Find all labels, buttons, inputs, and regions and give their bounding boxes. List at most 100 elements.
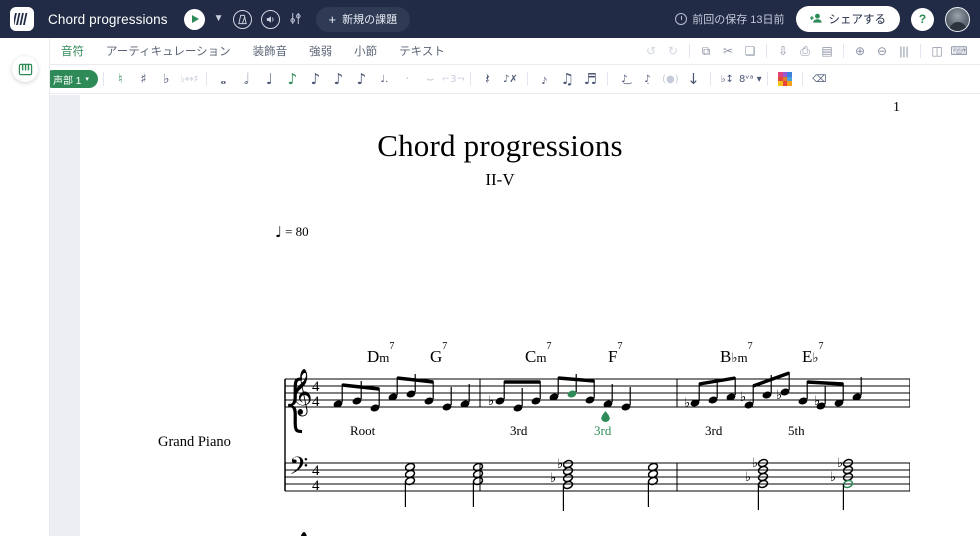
print-icon[interactable]: ⎙: [794, 40, 816, 62]
sixtyfourth-note-icon[interactable]: ♪: [350, 68, 373, 91]
divider: [469, 72, 471, 86]
volume-icon[interactable]: [260, 9, 280, 29]
flat-accidental-icon: ♭: [745, 470, 751, 485]
piano-keys-icon[interactable]: [12, 56, 38, 82]
color-palette-icon[interactable]: [777, 72, 792, 86]
download-icon[interactable]: ⇩: [772, 40, 794, 62]
tab-ornaments[interactable]: 装飾音: [242, 38, 299, 65]
thirtysecond-note-icon[interactable]: ♪: [327, 68, 350, 91]
parenthesis-icon[interactable]: (●): [659, 68, 682, 91]
left-rail: [0, 38, 50, 536]
play-icon[interactable]: [183, 8, 205, 30]
lyric-3rd-1[interactable]: 3rd: [510, 423, 527, 439]
time-signature-bottom: 4: [312, 478, 320, 494]
treble-clef-icon: 𝄞: [289, 532, 313, 536]
tuplet-icon[interactable]: ⌐3¬: [442, 68, 465, 91]
eighth-note-icon[interactable]: ♪: [281, 68, 304, 91]
notehead[interactable]: [562, 480, 574, 490]
lyric-5th[interactable]: 5th: [788, 423, 805, 439]
notes-toolbar: 声部 1 ▾ ♮ ♯ ♭ ♭↔♯ 𝅝 𝅗𝅥 ♩ ♪ ♪ ♪ ♪ ♩. · ⌣ ⌐…: [0, 65, 980, 94]
app-header: Chord progressions ▼ + 新規の課題 前回の保存 13日前 …: [0, 0, 980, 38]
score-page[interactable]: 1 Chord progressions II-V ♩ = 80 Dm7 G7 …: [80, 95, 980, 536]
whole-note-icon[interactable]: 𝅝: [212, 68, 235, 91]
divider: [766, 44, 767, 58]
flat-logo-icon[interactable]: [10, 7, 34, 31]
flat-accidental-icon: ♭: [814, 394, 820, 409]
lyric-3rd-3[interactable]: 3rd: [705, 423, 722, 439]
playback-controls: ▼: [183, 8, 302, 30]
articulation-icon[interactable]: ♪̣: [636, 68, 659, 91]
tab-measures[interactable]: 小節: [343, 38, 388, 65]
divider: [766, 72, 768, 86]
tie-icon[interactable]: ⌣: [419, 68, 442, 91]
flat-accidental-icon: ♭: [684, 396, 690, 411]
book-view-icon[interactable]: ◫: [926, 40, 948, 62]
paste-icon[interactable]: ❏: [739, 40, 761, 62]
staff-view-icon[interactable]: |||: [893, 40, 915, 62]
zoom-out-icon[interactable]: ⊖: [871, 40, 893, 62]
unbeam-icon[interactable]: ♬: [579, 68, 602, 91]
slur-icon[interactable]: ♪͜: [613, 68, 636, 91]
undo-icon[interactable]: ↺: [640, 40, 662, 62]
lyric-3rd-2[interactable]: 3rd: [594, 423, 611, 439]
tab-articulation[interactable]: アーティキュレーション: [95, 38, 242, 65]
clock-icon: [675, 13, 688, 25]
divider: [606, 72, 608, 86]
metronome-icon[interactable]: [232, 9, 252, 29]
share-label: シェアする: [828, 14, 887, 26]
divider: [689, 44, 690, 58]
flat-accidental-icon: ♭: [752, 456, 758, 471]
document-title[interactable]: Chord progressions: [48, 12, 168, 27]
copy-icon[interactable]: ⧉: [695, 40, 717, 62]
delete-note-icon[interactable]: ♪✗: [499, 68, 522, 91]
mixer-sliders-icon[interactable]: [289, 12, 302, 27]
voice-label: 声部 1: [53, 75, 82, 87]
octave-icon[interactable]: 8ᵛᵃ ▾: [739, 68, 762, 91]
flat-accidental-icon: ♭: [837, 456, 843, 471]
tab-text[interactable]: テキスト: [388, 38, 456, 65]
beam-icon[interactable]: ♫: [556, 68, 579, 91]
erase-icon[interactable]: ⌫: [808, 68, 831, 91]
half-note-icon[interactable]: 𝅗𝅥: [235, 68, 258, 91]
divider: [843, 44, 844, 58]
tab-dynamics[interactable]: 強弱: [298, 38, 343, 65]
help-label: ?: [918, 12, 927, 26]
toggle-accidental-icon[interactable]: ♭↔♯: [178, 68, 201, 91]
palette-swatch[interactable]: [787, 81, 792, 86]
flat-accidental-icon[interactable]: ♭: [155, 68, 178, 91]
score-notation[interactable]: 𝄞44♭♭♭♭♭𝄢44♭♭♭♭♭♭𝄞44𝄽𝄽𝄽𝄽𝄽𝄽𝄽𝄽𝄽𝄽𝄽𝄽𝄢4: [80, 95, 910, 536]
redo-icon[interactable]: ↻: [662, 40, 684, 62]
chevron-down-icon: ▾: [85, 76, 89, 83]
lyric-root[interactable]: Root: [350, 423, 375, 439]
share-button[interactable]: シェアする: [795, 6, 900, 32]
cut-icon[interactable]: ✂: [717, 40, 739, 62]
natural-accidental-icon[interactable]: ♮: [109, 68, 132, 91]
time-signature-top: 4: [312, 379, 320, 395]
layout-icon[interactable]: ▤: [816, 40, 838, 62]
double-dot-icon[interactable]: ·: [396, 68, 419, 91]
transpose-icon[interactable]: ♭↕: [716, 68, 739, 91]
help-button[interactable]: ?: [911, 7, 934, 31]
zoom-in-icon[interactable]: ⊕: [849, 40, 871, 62]
dotted-note-icon[interactable]: ♩.: [373, 68, 396, 91]
divider: [526, 72, 528, 86]
score-workspace[interactable]: 1 Chord progressions II-V ♩ = 80 Dm7 G7 …: [50, 95, 980, 536]
stem-direction-icon[interactable]: ↓: [682, 68, 705, 91]
new-task-button[interactable]: + 新規の課題: [315, 6, 411, 32]
quarter-note-icon[interactable]: ♩: [258, 68, 281, 91]
rest-icon[interactable]: 𝄽: [476, 68, 499, 91]
keyboard-icon[interactable]: ⌨: [948, 40, 970, 62]
chevron-down-icon[interactable]: ▼: [214, 14, 224, 24]
bass-clef-icon: 𝄢: [289, 452, 308, 487]
beam: [558, 376, 595, 383]
sharp-accidental-icon[interactable]: ♯: [132, 68, 155, 91]
tab-notes[interactable]: 音符: [50, 38, 95, 65]
flat-accidental-icon: ♭: [740, 390, 746, 405]
divider: [920, 44, 921, 58]
grace-note-icon[interactable]: 𝆔: [533, 68, 556, 91]
voice-selector[interactable]: 声部 1 ▾: [44, 70, 98, 88]
avatar[interactable]: [945, 6, 970, 32]
last-saved-label: 前回の保存 13日前: [692, 14, 785, 26]
flat-accidental-icon: ♭: [776, 388, 782, 403]
sixteenth-note-icon[interactable]: ♪: [304, 68, 327, 91]
